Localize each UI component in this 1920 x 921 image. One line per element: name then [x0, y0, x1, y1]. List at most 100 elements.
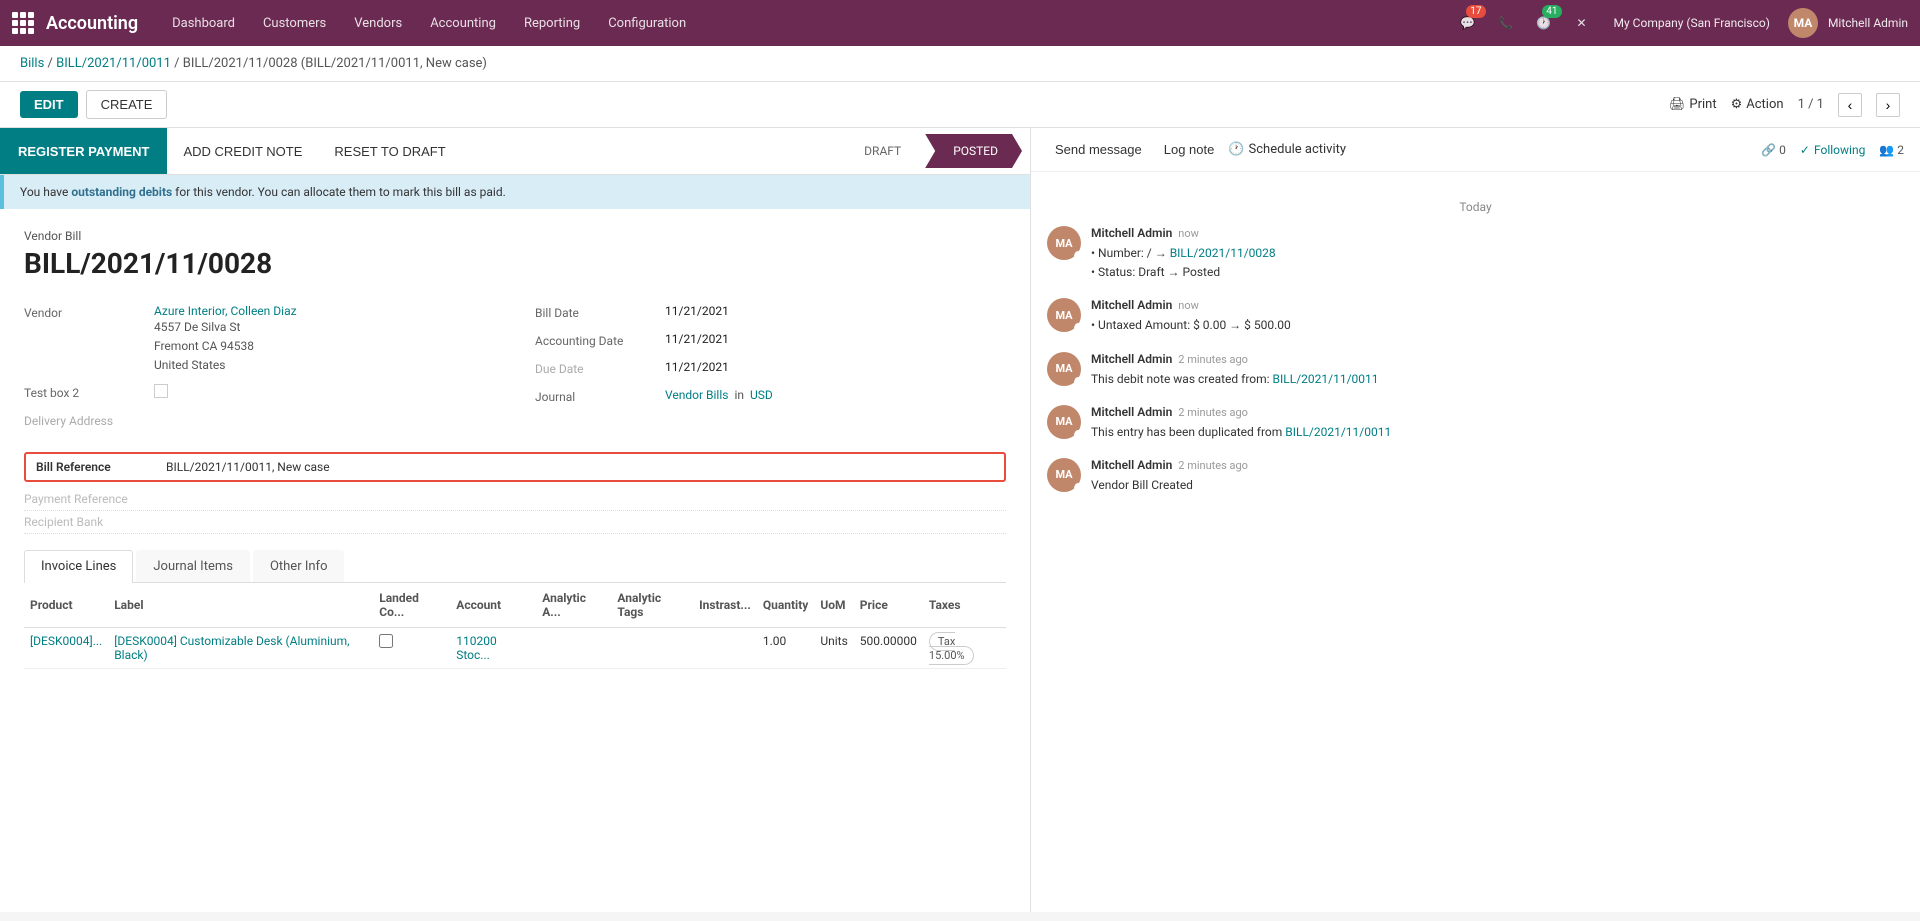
chatter-list-item: Status: Draft → Posted [1091, 263, 1904, 282]
followers-count: 🔗 0 [1761, 143, 1786, 157]
journal-currency[interactable]: USD [750, 388, 773, 402]
test-box-label: Test box 2 [24, 384, 154, 400]
chatter-msg-content-4: This entry has been duplicated from BILL… [1091, 423, 1904, 442]
print-button[interactable]: 🖨 Print [1669, 97, 1717, 112]
log-note-button[interactable]: Log note [1156, 138, 1223, 161]
plane-icon-1: ✈ [1074, 251, 1083, 262]
cell-analytic-tags [611, 627, 693, 668]
cell-quantity[interactable]: 1.00 [757, 627, 814, 668]
breadcrumb-bills[interactable]: Bills [20, 56, 44, 71]
menu-vendors[interactable]: Vendors [340, 0, 416, 46]
bill-link-1[interactable]: BILL/2021/11/0028 [1170, 246, 1276, 260]
clock-icon: 🕐 [1536, 16, 1551, 30]
topnav-right: 💬 17 📞 🕐 41 ✕ My Company (San Francisco)… [1454, 8, 1908, 38]
pagination-prev[interactable]: ‹ [1838, 93, 1862, 117]
journal-value[interactable]: Vendor Bills [665, 388, 728, 402]
cell-product[interactable]: [DESK0004]... [30, 634, 102, 648]
test-box-field-row: Test box 2 [24, 380, 495, 408]
close-button[interactable]: ✕ [1568, 9, 1596, 37]
menu-accounting[interactable]: Accounting [416, 0, 510, 46]
cell-price[interactable]: 500.00000 [854, 627, 923, 668]
tab-invoice-lines[interactable]: Invoice Lines [24, 550, 133, 583]
cell-intrastat [693, 627, 757, 668]
accounting-date-value[interactable]: 11/21/2021 [665, 332, 729, 346]
chatter-time-1: now [1178, 227, 1199, 240]
bill-link-2[interactable]: BILL/2021/11/0011 [1273, 372, 1379, 386]
following-button[interactable]: ✓ Following [1800, 143, 1865, 157]
brand-logo[interactable]: Accounting [12, 12, 138, 34]
outstanding-notice: You have outstanding debits for this ven… [0, 175, 1030, 209]
activity-button[interactable]: 🕐 41 [1530, 9, 1558, 37]
cell-label: [DESK0004] Customizable Desk (Aluminium,… [114, 634, 349, 662]
vendor-name[interactable]: Azure Interior, Colleen Diaz [154, 304, 297, 318]
edit-button[interactable]: EDIT [20, 91, 78, 118]
doc-type-label: Vendor Bill [24, 229, 1006, 243]
members-count[interactable]: 👥 2 [1879, 143, 1904, 157]
menu-configuration[interactable]: Configuration [594, 0, 700, 46]
chatter-msg-header-1: Mitchell Admin now [1091, 226, 1904, 240]
menu-reporting[interactable]: Reporting [510, 0, 594, 46]
chatter-body: Today MA ✈ Mitchell Admin now Number: / … [1031, 172, 1920, 912]
register-payment-button[interactable]: REGISTER PAYMENT [0, 128, 167, 174]
add-credit-note-button[interactable]: ADD CREDIT NOTE [167, 128, 318, 174]
test-box-2-checkbox[interactable] [154, 384, 168, 398]
menu-dashboard[interactable]: Dashboard [158, 0, 249, 46]
cell-landed-cost [373, 627, 450, 668]
print-icon: 🖨 [1669, 97, 1686, 112]
chatter-list-item: Untaxed Amount: $ 0.00 → $ 500.00 [1091, 316, 1904, 335]
chatter-msg-body-1: Mitchell Admin now Number: / → BILL/2021… [1091, 226, 1904, 282]
due-date-field-row: Due Date 11/21/2021 [535, 356, 1006, 384]
tab-journal-items[interactable]: Journal Items [136, 550, 250, 582]
chatter-msg-content-2: Untaxed Amount: $ 0.00 → $ 500.00 [1091, 316, 1904, 335]
breadcrumb-bill-0011[interactable]: BILL/2021/11/0011 [56, 56, 171, 71]
chatter-msg-content-3: This debit note was created from: BILL/2… [1091, 370, 1904, 389]
chatter-list-item: Number: / → BILL/2021/11/0028 [1091, 244, 1904, 263]
chatter-message-2: MA ✈ Mitchell Admin now Untaxed Amount: … [1047, 298, 1904, 335]
user-avatar[interactable]: MA [1788, 8, 1818, 38]
menu-customers[interactable]: Customers [249, 0, 340, 46]
form-grid: Vendor Azure Interior, Colleen Diaz 4557… [24, 300, 1006, 436]
breadcrumb: Bills / BILL/2021/11/0011 / BILL/2021/11… [0, 46, 1920, 82]
accounting-date-field-row: Accounting Date 11/21/2021 [535, 328, 1006, 356]
schedule-activity-button[interactable]: 🕐 Schedule activity [1228, 142, 1346, 157]
chatter-author-3: Mitchell Admin [1091, 352, 1172, 366]
chatter-msg-content-5: Vendor Bill Created [1091, 476, 1904, 495]
due-date-value[interactable]: 11/21/2021 [665, 360, 729, 374]
reset-to-draft-button[interactable]: RESET TO DRAFT [318, 128, 461, 174]
col-analytic-tags: Analytic Tags [611, 583, 693, 628]
col-uom: UoM [814, 583, 853, 628]
chatter-msg-header-3: Mitchell Admin 2 minutes ago [1091, 352, 1904, 366]
landed-cost-checkbox[interactable] [379, 634, 393, 648]
send-message-button[interactable]: Send message [1047, 138, 1150, 161]
action-dropdown[interactable]: ⚙ Action [1731, 97, 1784, 112]
cell-account[interactable]: 110200 Stoc... [456, 634, 496, 662]
col-price: Price [854, 583, 923, 628]
col-analytic-a: Analytic A... [536, 583, 611, 628]
notifications-button[interactable]: 💬 17 [1454, 9, 1482, 37]
tab-other-info[interactable]: Other Info [253, 550, 345, 582]
chatter-msg-header-2: Mitchell Admin now [1091, 298, 1904, 312]
phone-button[interactable]: 📞 [1492, 9, 1520, 37]
plane-icon-3: ✈ [1074, 377, 1083, 388]
bill-date-label: Bill Date [535, 304, 665, 320]
payment-reference-field[interactable]: Payment Reference [24, 488, 1006, 511]
step-draft: DRAFT [840, 134, 925, 168]
col-label: Label [108, 583, 373, 628]
cell-taxes[interactable]: Tax 15.00% [929, 632, 974, 665]
pagination-next[interactable]: › [1876, 93, 1900, 117]
chatter-panel: Send message Log note 🕐 Schedule activit… [1030, 128, 1920, 912]
user-name: Mitchell Admin [1828, 16, 1908, 30]
cell-uom[interactable]: Units [814, 627, 853, 668]
bill-date-value[interactable]: 11/21/2021 [665, 304, 729, 318]
bill-reference-value[interactable]: BILL/2021/11/0011, New case [166, 460, 330, 474]
status-bar: REGISTER PAYMENT ADD CREDIT NOTE RESET T… [0, 128, 1030, 175]
chatter-msg-body-5: Mitchell Admin 2 minutes ago Vendor Bill… [1091, 458, 1904, 495]
create-button[interactable]: CREATE [86, 90, 168, 119]
recipient-bank-field[interactable]: Recipient Bank [24, 511, 1006, 534]
table-row[interactable]: [DESK0004]... [DESK0004] Customizable De… [24, 627, 1006, 668]
bill-link-3[interactable]: BILL/2021/11/0011 [1285, 425, 1391, 439]
plane-icon-4: ✈ [1074, 430, 1083, 441]
chatter-message-4: MA ✈ Mitchell Admin 2 minutes ago This e… [1047, 405, 1904, 442]
close-icon: ✕ [1577, 16, 1587, 30]
invoice-table: Product Label Landed Co... Account Analy… [24, 583, 1006, 669]
